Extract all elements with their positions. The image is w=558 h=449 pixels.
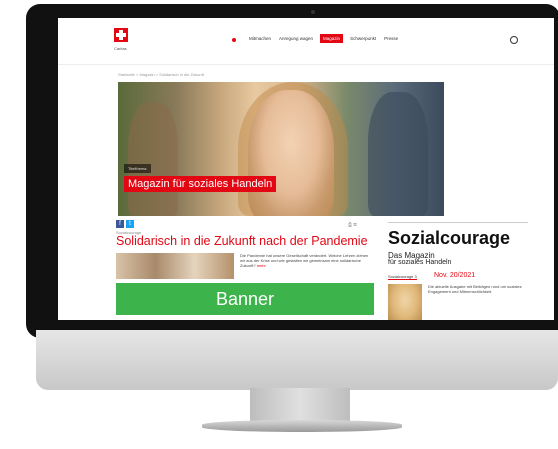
main-nav: Mitmachen Anregung wagen Magazin Schwerp… [248,34,399,43]
article-image[interactable] [116,253,234,279]
facebook-icon[interactable]: f [116,220,124,228]
monitor-stand-foot [202,420,402,432]
caritas-logo-icon[interactable] [114,28,128,42]
webcam-icon [311,10,315,14]
issue-date: Nov. 20/2021 [434,272,476,279]
article-headline[interactable]: Solidarisch in die Zukunft nach der Pand… [116,234,368,248]
hero-face [248,90,334,216]
hero-person-right [368,92,428,216]
breadcrumb: Startseite > Magazin > Solidarisch in di… [118,72,204,77]
issue-cover-image[interactable] [388,284,422,320]
article-teaser: Die Pandemie hat unsere Gesellschaft ver… [240,253,370,268]
nav-item-mitmachen[interactable]: Mitmachen [248,34,272,43]
issue-label: Sozialcourage 3 [388,274,417,280]
banner[interactable]: Banner [116,283,374,315]
article-more-link[interactable]: mehr [257,263,266,268]
sidebar-title: Sozialcourage [388,228,511,248]
twitter-icon[interactable]: t [126,220,134,228]
nav-item-schwerpunkt[interactable]: Schwerpunkt [349,34,377,43]
hero-person-left [128,102,178,216]
social-share: f t [116,220,134,228]
search-icon[interactable] [510,36,518,44]
monitor-frame: Caritas Mitmachen Anregung wagen Magazin… [18,0,558,432]
sidebar-subtitle-2: für soziales Handeln [388,259,452,266]
monitor-stand-neck [250,388,350,424]
hero-tag: Titelthema [124,164,151,173]
site-header: Caritas Mitmachen Anregung wagen Magazin… [58,18,554,65]
sidebar-divider [388,222,528,223]
nav-item-presse[interactable]: Presse [383,34,399,43]
screen: Caritas Mitmachen Anregung wagen Magazin… [58,18,554,320]
issue-text: Die aktuelle Ausgabe mit Beiträgen rund … [428,284,522,294]
logo-subtext: Caritas [114,46,127,51]
nav-dot-icon [232,38,236,42]
article-tools-icon[interactable]: ⎙ ✉ [348,222,357,228]
nav-item-anregung[interactable]: Anregung wagen [278,34,314,43]
hero-image[interactable]: Titelthema Magazin für soziales Handeln [118,82,444,216]
hero-title[interactable]: Magazin für soziales Handeln [124,176,277,192]
nav-item-magazin[interactable]: Magazin [320,34,344,43]
monitor-chin [36,330,558,390]
